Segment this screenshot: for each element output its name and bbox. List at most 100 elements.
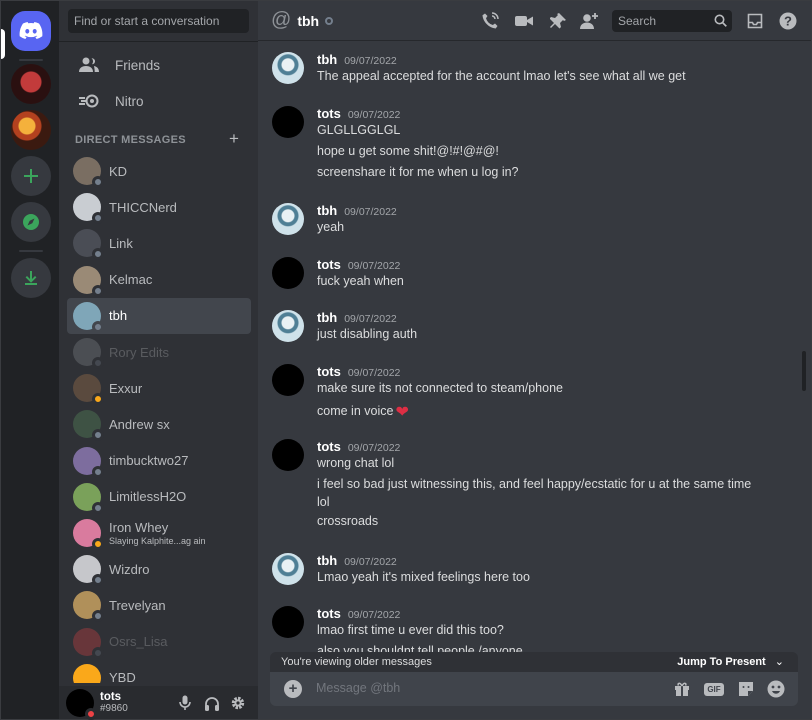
message-author[interactable]: tbh — [317, 203, 337, 218]
message-text: yeah — [317, 220, 345, 234]
dm-item[interactable]: timbucktwo27 — [67, 443, 251, 479]
dm-name: Andrew sx — [109, 416, 170, 432]
message-header: tbh 09/07/2022 — [317, 553, 397, 568]
avatar[interactable] — [272, 257, 304, 289]
message-author[interactable]: tots — [317, 257, 341, 272]
help-button[interactable]: ? — [778, 11, 798, 31]
status-indicator — [92, 284, 104, 297]
avatar[interactable] — [272, 203, 304, 235]
message-search-input[interactable]: Search — [612, 10, 732, 32]
add-friends-to-dm-button[interactable] — [580, 11, 600, 31]
dm-item[interactable]: KD — [67, 153, 251, 189]
server-1[interactable] — [11, 64, 51, 104]
dm-item[interactable]: Kelmac — [67, 262, 251, 298]
inbox-icon — [747, 13, 763, 29]
conversation-search-input[interactable]: Find or start a conversation — [68, 9, 249, 33]
message-author[interactable]: tots — [317, 606, 341, 621]
download-apps-button[interactable] — [11, 258, 51, 298]
message-author[interactable]: tots — [317, 106, 341, 121]
direct-messages-heading: DIRECT MESSAGES — [75, 134, 186, 146]
avatar — [73, 446, 104, 478]
message-input[interactable]: Message @tbh — [316, 681, 400, 695]
dm-item[interactable]: Link — [67, 225, 251, 261]
nitro-icon — [73, 85, 105, 117]
dm-list: KD THICCNerd Link Kelmac tbh Rory Edits Exxur A… — [59, 153, 258, 683]
home-button[interactable] — [1, 11, 51, 59]
message-author[interactable]: tbh — [317, 553, 337, 568]
nav-friends[interactable]: Friends — [67, 48, 251, 82]
avatar — [73, 265, 104, 297]
gift-icon — [675, 682, 689, 696]
dm-item[interactable]: Wizdro — [67, 551, 251, 587]
message-timestamp: 09/07/2022 — [347, 109, 401, 121]
message-composer[interactable]: + Message @tbh GIF — [270, 672, 798, 706]
avatar — [73, 338, 104, 370]
jump-to-present-button[interactable]: Jump To Present ⌄ — [677, 652, 784, 672]
avatar[interactable] — [66, 688, 97, 720]
avatar[interactable] — [272, 310, 304, 342]
dm-name: Link — [109, 235, 133, 251]
video-call-button[interactable] — [514, 11, 534, 31]
add-server-button[interactable] — [11, 156, 51, 196]
at-sign-icon: @ — [271, 9, 292, 31]
mute-button[interactable] — [175, 693, 195, 713]
dm-item[interactable]: Iron Whey Slaying Kalphite...ag ain — [67, 515, 251, 551]
emoji-button[interactable] — [766, 679, 786, 699]
message-text: crossroads — [317, 514, 379, 528]
phone-call-icon — [482, 12, 499, 29]
dm-item[interactable]: Exxur — [67, 370, 251, 406]
upload-button[interactable]: + — [284, 680, 302, 698]
status-indicator — [92, 429, 104, 442]
gif-button[interactable]: GIF — [704, 679, 724, 699]
plus-icon — [24, 169, 38, 183]
inbox-button[interactable] — [745, 11, 765, 31]
avatar — [73, 482, 104, 514]
create-dm-button[interactable]: + — [229, 129, 239, 149]
dm-item[interactable]: Trevelyan — [67, 587, 251, 623]
avatar — [73, 193, 104, 225]
deafen-button[interactable] — [202, 693, 222, 713]
dm-name: Kelmac — [109, 272, 153, 288]
friends-icon — [73, 49, 105, 81]
message-author[interactable]: tots — [317, 439, 341, 454]
dm-name: LimitlessH2O — [109, 489, 187, 505]
message-author[interactable]: tbh — [317, 52, 337, 67]
voice-call-button[interactable] — [480, 11, 500, 31]
channel-name: tbh — [297, 12, 320, 29]
nav-nitro[interactable]: Nitro — [67, 84, 251, 118]
server-2[interactable] — [11, 110, 51, 150]
avatar[interactable] — [272, 606, 304, 638]
message-header: tots 09/07/2022 — [317, 106, 400, 121]
message-text: just disabling auth — [317, 327, 418, 341]
gift-button[interactable] — [672, 679, 692, 699]
avatar[interactable] — [272, 364, 304, 396]
message-text: The appeal accepted for the account lmao… — [317, 69, 686, 83]
user-panel: tots #9860 — [59, 686, 258, 720]
message-text: fuck yeah when — [317, 274, 404, 288]
dm-item[interactable]: Rory Edits — [67, 334, 251, 370]
message-author[interactable]: tots — [317, 364, 341, 379]
avatar[interactable] — [272, 52, 304, 84]
avatar[interactable] — [272, 439, 304, 471]
microphone-icon — [179, 695, 191, 710]
user-settings-button[interactable] — [228, 693, 248, 713]
pin-icon — [550, 13, 566, 29]
dm-item[interactable]: LimitlessH2O — [67, 479, 251, 515]
dm-item[interactable]: YBD — [67, 660, 251, 683]
search-icon — [714, 14, 727, 27]
message-text: make sure its not connected to steam/pho… — [317, 381, 563, 395]
sticker-button[interactable] — [736, 679, 756, 699]
message-author[interactable]: tbh — [317, 310, 337, 325]
dm-item[interactable]: Osrs_Lisa — [67, 623, 251, 659]
dm-item[interactable]: Andrew sx — [67, 406, 251, 442]
avatar[interactable] — [272, 553, 304, 585]
scrollbar[interactable] — [802, 351, 806, 391]
dm-item[interactable]: THICCNerd — [67, 189, 251, 225]
dm-item[interactable]: tbh — [67, 297, 251, 334]
status-indicator — [92, 248, 104, 261]
status-offline-indicator — [325, 16, 334, 25]
explore-servers-button[interactable] — [11, 202, 51, 242]
avatar[interactable] — [272, 106, 304, 138]
pinned-messages-button[interactable] — [548, 11, 568, 31]
discord-logo-icon — [19, 22, 43, 39]
